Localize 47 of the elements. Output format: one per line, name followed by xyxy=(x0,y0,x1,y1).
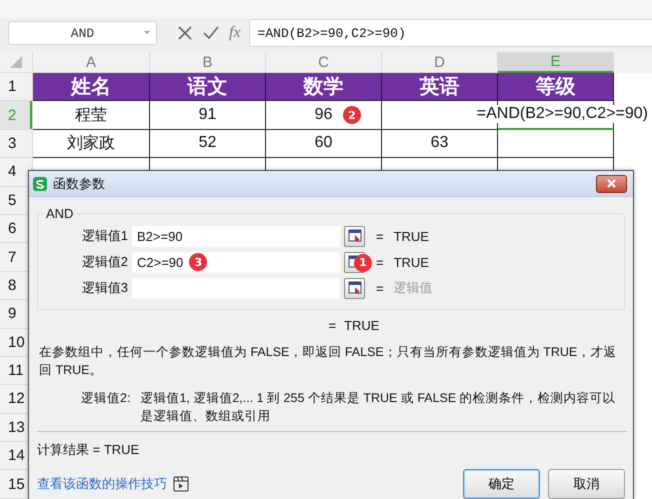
cell-text: 96 xyxy=(314,106,332,124)
header-cell: 姓名 xyxy=(33,73,150,102)
column-header[interactable]: A xyxy=(33,52,150,73)
help-link[interactable]: 查看该函数的操作技巧 xyxy=(37,475,167,493)
header-cell: 语文 xyxy=(150,73,266,102)
header-cell: 英语 xyxy=(382,73,498,102)
argument-field[interactable]: C2>=90 3 xyxy=(132,252,340,272)
row-header[interactable]: 1 xyxy=(0,73,33,102)
table-cell: 60 xyxy=(266,130,382,158)
equals-sign: = xyxy=(376,280,384,296)
calculation-result: 计算结果 = TRUE xyxy=(37,441,140,459)
dialog-button[interactable]: 确定 xyxy=(463,469,540,499)
argument-label: 逻辑值1 xyxy=(82,227,128,245)
argument-result: 逻辑值 xyxy=(394,279,433,297)
cell-editor[interactable]: =AND(B2>=90,C2>=90) xyxy=(476,105,648,124)
dialog-button[interactable]: 取消 xyxy=(548,469,625,499)
table-cell: 程莹 xyxy=(33,101,150,130)
row-header[interactable]: 4 xyxy=(0,158,33,187)
number-badge: 2 xyxy=(343,106,361,124)
row-header[interactable]: 3 xyxy=(0,130,33,158)
dialog-title: 函数参数 xyxy=(53,174,106,192)
formula-field[interactable]: =AND(B2>=90,C2>=90) xyxy=(248,19,652,47)
argument-field[interactable]: B2>=90 xyxy=(132,226,340,246)
header-cell: 数学 xyxy=(266,73,382,102)
column-header[interactable]: B xyxy=(150,52,266,73)
function-name: AND xyxy=(45,206,74,221)
table-cell: 刘家政 xyxy=(33,130,150,158)
argument-label: 逻辑值3 xyxy=(82,279,128,297)
column-header[interactable]: D xyxy=(382,52,498,73)
equals-sign: = xyxy=(376,228,384,244)
formula-result: TRUE xyxy=(344,318,380,333)
column-header[interactable]: C xyxy=(266,52,382,73)
equals-sign: = xyxy=(328,318,336,333)
equals-sign: = xyxy=(376,254,384,270)
number-badge: 3 xyxy=(189,253,208,271)
table-cell: 63 xyxy=(382,130,498,158)
argument-result: TRUE xyxy=(394,228,429,244)
argument-label: 逻辑值2 xyxy=(82,253,128,271)
argument-help-label: 逻辑值2: xyxy=(81,390,130,407)
function-description: 在参数组中，任何一个参数逻辑值为 FALSE，即返回 FALSE；只有当所有参数逻辑值为 TRUE，才返回 TRUE。 xyxy=(39,344,618,379)
argument-result: TRUE xyxy=(394,254,429,270)
name-box[interactable]: AND xyxy=(8,21,157,45)
header-cell: 等级 xyxy=(498,73,614,102)
argument-help-text: 逻辑值1, 逻辑值2,... 1 到 255 个结果是 TRUE 或 FALSE 的检测条件，检测内容可以是逻辑值、数组或引用 xyxy=(140,390,617,425)
table-cell: 91 xyxy=(150,101,266,130)
table-cell: 52 xyxy=(150,130,266,158)
insert-function-button[interactable]: fx xyxy=(229,24,241,42)
